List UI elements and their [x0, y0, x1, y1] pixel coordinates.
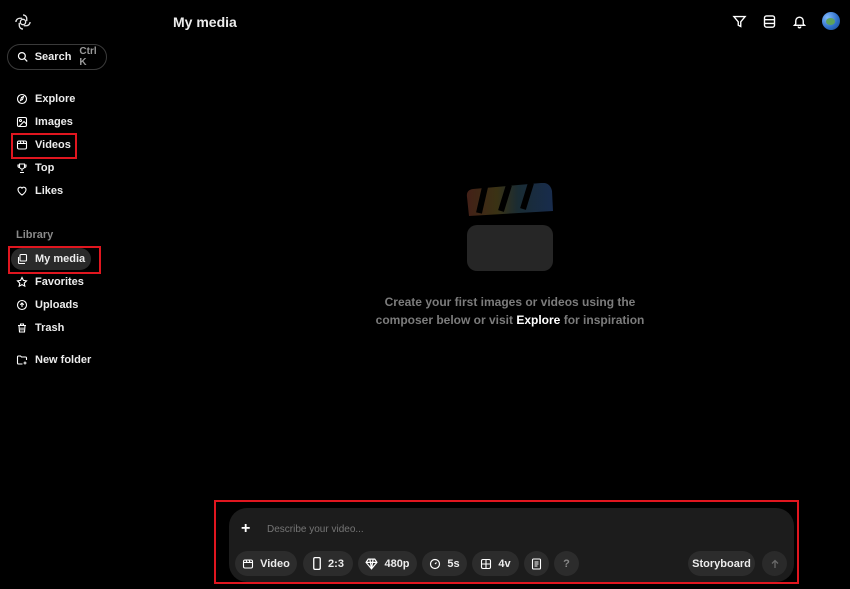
- sidebar-item-favorites[interactable]: Favorites: [11, 271, 84, 293]
- star-icon: [16, 276, 28, 288]
- top-toolbar: [732, 12, 840, 30]
- sidebar-item-label: Top: [35, 162, 55, 174]
- sidebar-item-top[interactable]: Top: [11, 157, 54, 179]
- logo-icon[interactable]: [13, 12, 33, 32]
- image-icon: [16, 116, 28, 128]
- upload-icon: [16, 299, 28, 311]
- sidebar-item-label: Trash: [35, 322, 65, 334]
- sidebar-item-label: Likes: [35, 185, 64, 197]
- trash-icon: [18, 323, 26, 333]
- filter-icon[interactable]: [732, 14, 747, 29]
- folder-plus-icon: [16, 355, 28, 365]
- videos-highlight-box: [11, 133, 77, 159]
- sidebar-item-uploads[interactable]: Uploads: [11, 294, 78, 316]
- avatar[interactable]: [822, 12, 840, 30]
- empty-state-line2: composer below or visit Explore for insp…: [360, 311, 660, 329]
- layout-icon[interactable]: [762, 14, 777, 29]
- sidebar-item-likes[interactable]: Likes: [11, 180, 63, 202]
- search-button[interactable]: Search Ctrl K: [7, 44, 107, 70]
- sidebar-item-label: Favorites: [35, 276, 84, 288]
- sidebar-item-label: Uploads: [35, 299, 79, 311]
- new-folder-button[interactable]: New folder: [11, 349, 91, 371]
- clapperboard-icon: [466, 183, 553, 271]
- sidebar-item-explore[interactable]: Explore: [11, 88, 75, 110]
- empty-state-message: Create your first images or videos using…: [360, 293, 660, 329]
- sidebar-item-images[interactable]: Images: [11, 111, 73, 133]
- search-icon: [17, 51, 28, 62]
- my-media-highlight-box: [8, 246, 101, 274]
- empty-state-line2-suffix: for inspiration: [560, 313, 645, 327]
- sidebar-item-trash[interactable]: Trash: [11, 317, 64, 339]
- library-section-label: Library: [16, 229, 54, 241]
- bell-icon[interactable]: [792, 14, 807, 29]
- sidebar: Search Ctrl K Explore Images Videos Top …: [0, 0, 155, 589]
- compass-icon: [16, 93, 28, 105]
- trophy-icon: [17, 163, 27, 174]
- sidebar-item-label: Explore: [35, 93, 76, 105]
- empty-state-line2-prefix: composer below or visit: [375, 313, 517, 327]
- explore-link[interactable]: Explore: [516, 313, 560, 327]
- page-title: My media: [173, 14, 237, 30]
- new-folder-label: New folder: [35, 354, 92, 366]
- empty-state-line1: Create your first images or videos using…: [384, 295, 636, 309]
- sidebar-item-label: Images: [35, 116, 73, 128]
- search-shortcut: Ctrl K: [79, 46, 97, 68]
- heart-icon: [17, 186, 27, 196]
- search-label: Search: [34, 51, 72, 63]
- composer-highlight-box: [214, 500, 799, 584]
